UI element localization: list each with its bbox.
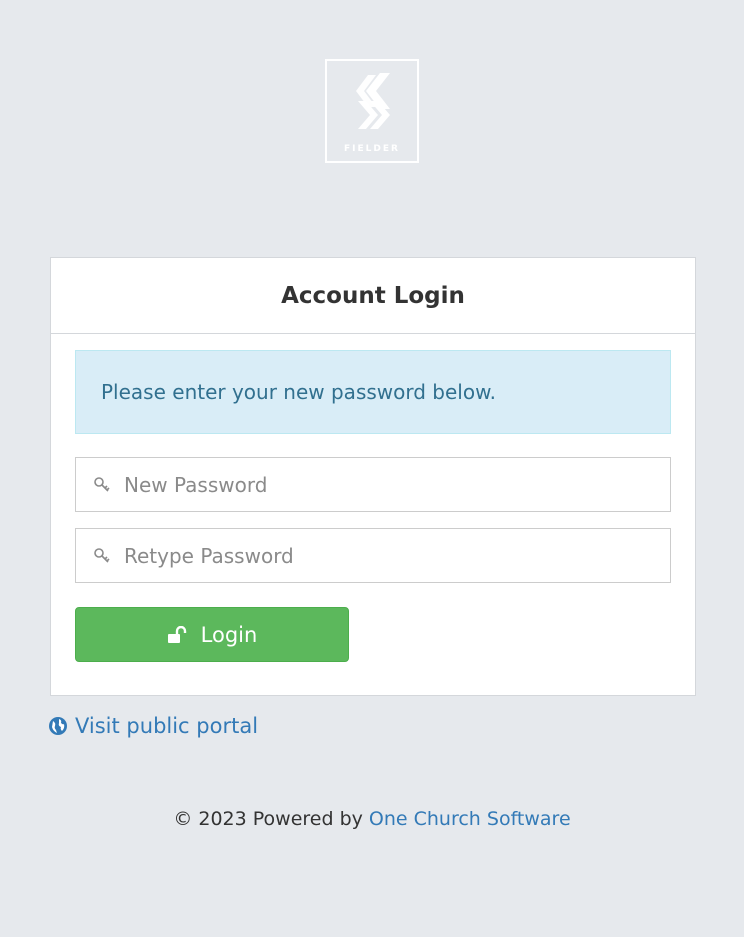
chevrons-logo-icon: [356, 73, 390, 129]
portal-link-label: Visit public portal: [75, 714, 259, 738]
visit-public-portal-link[interactable]: Visit public portal: [48, 714, 258, 738]
unlock-icon: [167, 625, 189, 644]
alert-text: Please enter your new password below.: [101, 380, 496, 404]
page-title: Account Login: [281, 282, 465, 309]
one-church-software-link[interactable]: One Church Software: [369, 808, 571, 830]
footer-copyright: © 2023 Powered by: [173, 808, 363, 830]
logo-text: FIELDER: [344, 144, 400, 154]
new-password-field[interactable]: [75, 457, 671, 512]
card-header: Account Login: [51, 258, 695, 334]
globe-icon: [48, 716, 68, 736]
fielder-logo: FIELDER: [325, 59, 419, 163]
footer: © 2023 Powered by One Church Software: [0, 808, 744, 830]
login-card: Account Login Please enter your new pass…: [50, 257, 696, 696]
new-password-input[interactable]: [124, 458, 670, 511]
retype-password-input[interactable]: [124, 529, 670, 582]
key-icon: [92, 546, 112, 566]
retype-password-field[interactable]: [75, 528, 671, 583]
info-alert: Please enter your new password below.: [75, 350, 671, 434]
login-button-label: Login: [200, 622, 258, 647]
login-button[interactable]: Login: [75, 607, 349, 662]
key-icon: [92, 475, 112, 495]
